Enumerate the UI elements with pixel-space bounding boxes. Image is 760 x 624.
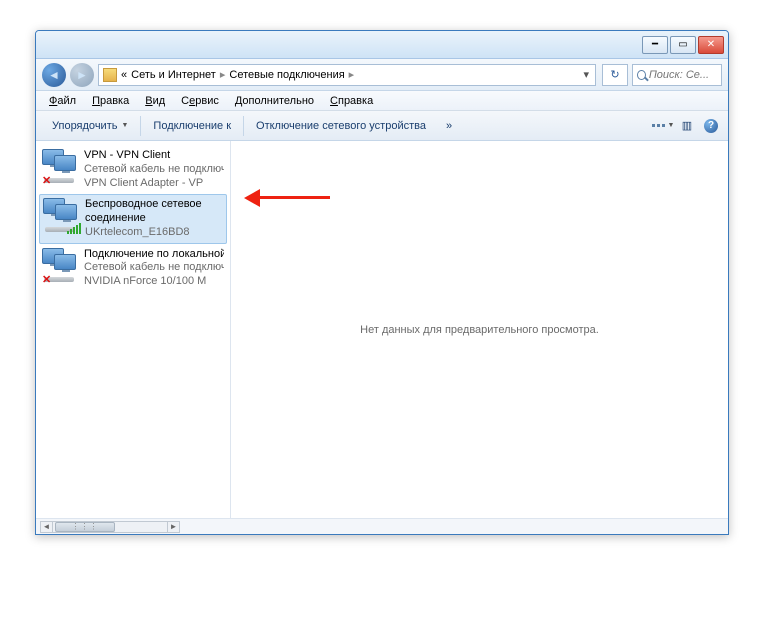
network-adapter-icon bbox=[43, 198, 79, 232]
signal-bars-icon bbox=[67, 223, 81, 234]
preview-pane-button[interactable]: ▥ bbox=[676, 115, 698, 137]
close-button[interactable]: ✕ bbox=[698, 36, 724, 54]
disable-device-button[interactable]: Отключение сетевого устройства bbox=[246, 117, 436, 135]
explorer-window: ━ ▭ ✕ ◄ ► « Сеть и Интернет ▸ Сетевые по… bbox=[35, 30, 729, 535]
organize-button[interactable]: Упорядочить▼ bbox=[42, 117, 138, 135]
search-icon bbox=[637, 70, 646, 80]
connection-title: Подключение по локальной сети bbox=[84, 248, 224, 262]
menu-edit[interactable]: Правка bbox=[85, 94, 136, 108]
maximize-button[interactable]: ▭ bbox=[670, 36, 696, 54]
scroll-right-button[interactable]: ► bbox=[167, 522, 179, 532]
menu-file[interactable]: ФФайлайл bbox=[42, 94, 83, 108]
network-adapter-icon: ✕ bbox=[42, 149, 78, 183]
view-options-button[interactable]: ▼ bbox=[652, 115, 674, 137]
toolbar: Упорядочить▼ Подключение к Отключение се… bbox=[36, 111, 728, 141]
network-adapter-icon: ✕ bbox=[42, 248, 78, 282]
nav-bar: ◄ ► « Сеть и Интернет ▸ Сетевые подключе… bbox=[36, 59, 728, 91]
connection-device: VPN Client Adapter - VP bbox=[84, 177, 224, 191]
menu-bar: ФФайлайл Правка Вид Сервис Дополнительно… bbox=[36, 91, 728, 111]
connection-status: Сетевой кабель не подключен bbox=[84, 261, 224, 275]
forward-button[interactable]: ► bbox=[70, 63, 94, 87]
toolbar-overflow-button[interactable]: » bbox=[436, 117, 462, 135]
menu-help[interactable]: Справка bbox=[323, 94, 380, 108]
breadcrumb-prefix: « bbox=[121, 69, 127, 81]
menu-service[interactable]: Сервис bbox=[174, 94, 226, 108]
disconnected-icon: ✕ bbox=[42, 273, 52, 283]
breadcrumb-level2[interactable]: Сетевые подключения bbox=[229, 69, 344, 81]
scroll-thumb[interactable]: ⋮⋮⋮ bbox=[55, 522, 115, 532]
address-dropdown-icon[interactable]: ▾ bbox=[581, 68, 591, 81]
connection-device: NVIDIA nForce 10/100 M bbox=[84, 275, 224, 289]
chevron-right-icon[interactable]: ▸ bbox=[220, 68, 226, 81]
minimize-button[interactable]: ━ bbox=[642, 36, 668, 54]
status-bar: ◄ ⋮⋮⋮ ► bbox=[36, 518, 728, 534]
help-icon: ? bbox=[704, 119, 718, 133]
connection-item-vpn[interactable]: ✕ VPN - VPN Client Сетевой кабель не под… bbox=[36, 145, 230, 194]
menu-view[interactable]: Вид bbox=[138, 94, 172, 108]
connection-title: Беспроводное сетевое bbox=[85, 198, 202, 212]
connection-status: Сетевой кабель не подключен bbox=[84, 163, 224, 177]
back-button[interactable]: ◄ bbox=[42, 63, 66, 87]
horizontal-scrollbar[interactable]: ◄ ⋮⋮⋮ ► bbox=[40, 521, 180, 533]
help-button[interactable]: ? bbox=[700, 115, 722, 137]
connections-list: ✕ VPN - VPN Client Сетевой кабель не под… bbox=[36, 141, 231, 518]
chevron-right-icon[interactable]: ▸ bbox=[349, 68, 355, 81]
connection-title: VPN - VPN Client bbox=[84, 149, 224, 163]
folder-icon bbox=[103, 68, 117, 82]
refresh-button[interactable]: ↻ bbox=[602, 64, 628, 86]
disconnected-icon: ✕ bbox=[42, 174, 52, 184]
address-bar[interactable]: « Сеть и Интернет ▸ Сетевые подключения … bbox=[98, 64, 596, 86]
titlebar[interactable]: ━ ▭ ✕ bbox=[36, 31, 728, 59]
connection-item-wireless[interactable]: Беспроводное сетевое соединение UKrtelec… bbox=[39, 194, 227, 243]
connection-device: UKrtelecom_E16BD8 bbox=[85, 226, 202, 240]
preview-empty-text: Нет данных для предварительного просмотр… bbox=[360, 324, 599, 336]
scroll-left-button[interactable]: ◄ bbox=[41, 522, 53, 532]
menu-advanced[interactable]: Дополнительно bbox=[228, 94, 321, 108]
chevron-down-icon: ▼ bbox=[668, 122, 675, 129]
search-input[interactable] bbox=[649, 69, 717, 81]
preview-pane: Нет данных для предварительного просмотр… bbox=[231, 141, 728, 518]
connect-to-button[interactable]: Подключение к bbox=[143, 117, 241, 135]
search-box[interactable] bbox=[632, 64, 722, 86]
connection-item-lan[interactable]: ✕ Подключение по локальной сети Сетевой … bbox=[36, 244, 230, 293]
connection-title-line2: соединение bbox=[85, 212, 202, 226]
breadcrumb-level1[interactable]: Сеть и Интернет bbox=[131, 69, 216, 81]
chevron-down-icon: ▼ bbox=[121, 122, 128, 129]
